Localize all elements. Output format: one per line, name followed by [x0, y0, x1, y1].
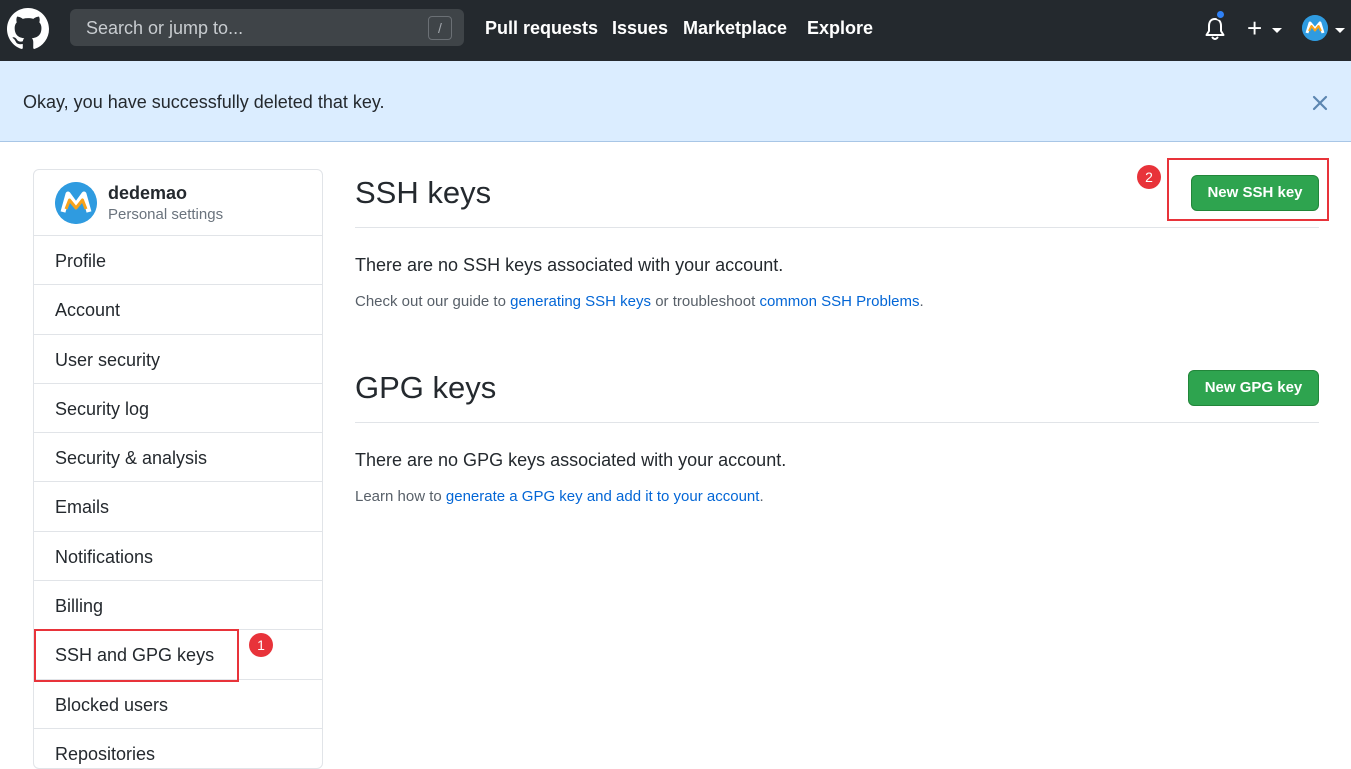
avatar[interactable] — [55, 182, 97, 224]
close-icon[interactable] — [1311, 94, 1329, 112]
sidebar-subtitle: Personal settings — [108, 206, 224, 223]
sidebar-item-profile[interactable]: Profile — [34, 236, 322, 286]
sidebar-item-label: Notifications — [55, 546, 154, 567]
sidebar-item-security-analysis[interactable]: Security & analysis — [34, 433, 322, 483]
generating-ssh-keys-link[interactable]: generating SSH keys — [510, 293, 651, 310]
avatar[interactable] — [1302, 15, 1328, 41]
nav-pull-requests[interactable]: Pull requests — [485, 18, 598, 39]
create-new-icon[interactable]: + — [1247, 13, 1262, 43]
sidebar-item-label: Security & analysis — [55, 448, 208, 469]
flash-notice: Okay, you have successfully deleted that… — [0, 61, 1351, 142]
chevron-down-icon[interactable] — [1272, 28, 1282, 33]
ssh-guide-text: Check out our guide to generating SSH ke… — [355, 293, 924, 310]
flash-message: Okay, you have successfully deleted that… — [23, 92, 385, 112]
chevron-down-icon[interactable] — [1335, 28, 1345, 33]
sidebar-item-label: Account — [55, 300, 121, 321]
sidebar-item-label: User security — [55, 349, 161, 370]
gpg-keys-heading: GPG keys — [355, 370, 497, 405]
common-ssh-problems-link[interactable]: common SSH Problems — [759, 293, 919, 310]
search-shortcut-key: / — [428, 16, 452, 40]
top-header: Search or jump to... / Pull requests Iss… — [0, 0, 1351, 61]
sidebar-item-label: Repositories — [55, 743, 156, 764]
nav-issues[interactable]: Issues — [612, 18, 668, 39]
generate-gpg-key-link[interactable]: generate a GPG key and add it to your ac… — [446, 488, 760, 505]
annotation-badge: 1 — [249, 633, 273, 657]
divider — [355, 227, 1319, 228]
ssh-guide-middle: or troubleshoot — [651, 293, 760, 310]
nav-marketplace[interactable]: Marketplace — [683, 18, 787, 39]
github-logo-icon[interactable] — [7, 8, 49, 50]
notification-indicator — [1215, 9, 1226, 20]
annotation-badge: 2 — [1137, 165, 1161, 189]
gpg-learn-prefix: Learn how to — [355, 488, 446, 505]
bell-icon[interactable] — [1203, 16, 1227, 42]
sidebar-item-repositories[interactable]: Repositories — [34, 729, 322, 768]
sidebar-item-label: Blocked users — [55, 694, 169, 715]
username[interactable]: dedemao — [108, 183, 187, 204]
gpg-empty-message: There are no GPG keys associated with yo… — [355, 450, 787, 470]
ssh-keys-heading: SSH keys — [355, 175, 492, 210]
search-placeholder: Search or jump to... — [86, 18, 244, 38]
new-gpg-key-button[interactable]: New GPG key — [1188, 370, 1319, 406]
divider — [355, 422, 1319, 423]
annotation-highlight-box — [34, 629, 239, 682]
sidebar-item-billing[interactable]: Billing — [34, 581, 322, 631]
ssh-guide-prefix: Check out our guide to — [355, 293, 511, 310]
sidebar-item-user-security[interactable]: User security — [34, 335, 322, 384]
sidebar-item-account[interactable]: Account — [34, 285, 322, 335]
gpg-learn-text: Learn how to generate a GPG key and add … — [355, 488, 764, 505]
search-input[interactable]: Search or jump to... / — [70, 9, 464, 46]
gpg-learn-suffix: . — [759, 488, 764, 505]
sidebar-user-header: dedemao Personal settings — [34, 170, 322, 236]
sidebar-item-label: Security log — [55, 398, 150, 419]
sidebar-item-blocked-users[interactable]: Blocked users — [34, 680, 322, 729]
sidebar-item-notifications[interactable]: Notifications — [34, 532, 322, 582]
sidebar-item-label: Emails — [55, 497, 110, 518]
nav-explore[interactable]: Explore — [807, 18, 873, 39]
ssh-empty-message: There are no SSH keys associated with yo… — [355, 255, 784, 275]
sidebar-item-security-log[interactable]: Security log — [34, 384, 322, 434]
sidebar-item-emails[interactable]: Emails — [34, 482, 322, 532]
sidebar-item-label: Profile — [55, 251, 107, 271]
sidebar-item-label: Billing — [55, 596, 104, 617]
ssh-guide-suffix: . — [919, 293, 924, 310]
annotation-highlight-box — [1167, 158, 1329, 221]
